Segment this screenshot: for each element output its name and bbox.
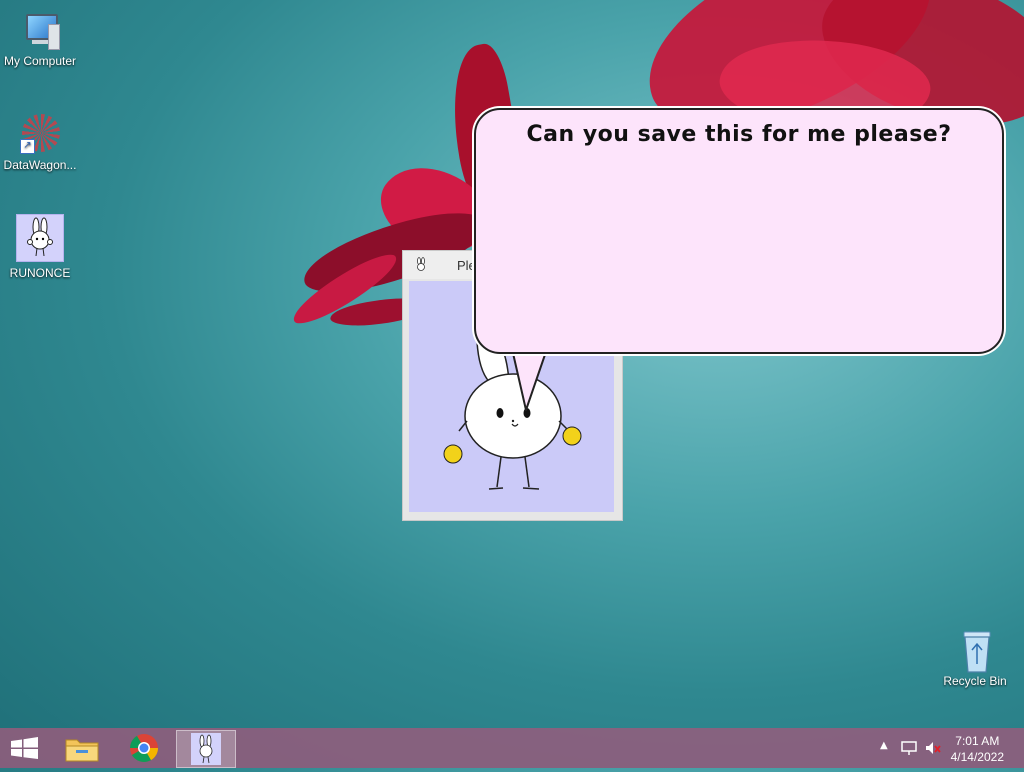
desktop-icon-label: RUNONCE [9,266,71,280]
desktop-icon-runonce[interactable]: RUNONCE [0,214,80,280]
bunny-icon [413,257,429,273]
datawagon-icon: ↗ [20,114,60,154]
desktop-icon-datawagon[interactable]: ↗ DataWagon... [0,114,80,172]
chevron-up-icon[interactable]: ▲ [880,740,888,751]
chrome-icon [130,734,158,762]
clock-date: 4/14/2022 [950,750,1004,764]
start-button[interactable] [0,728,58,768]
desktop-icon-label: My Computer [3,54,77,68]
speech-bubble: Can you save this for me please? [474,108,1004,354]
shortcut-arrow-icon: ↗ [20,139,35,154]
desktop-icon-recycle-bin[interactable]: Recycle Bin [940,630,1010,688]
bunny-icon [191,733,221,765]
speech-bubble-text: Can you save this for me please? [526,122,952,147]
windows-logo-icon [11,737,38,759]
taskbar-chrome-button[interactable] [115,728,173,768]
taskbar-file-explorer-button[interactable] [55,728,113,768]
bunny-icon [16,214,64,262]
desktop-icon-my-computer[interactable]: My Computer [0,10,80,68]
network-icon[interactable] [900,740,918,756]
computer-icon [20,10,60,50]
system-tray: ▲ 7:01 AM 4/14/2022 [864,728,1024,768]
desktop-icon-label: DataWagon... [3,158,77,172]
app-window-title: Ple [457,258,476,273]
volume-muted-icon[interactable] [924,740,942,756]
clock-time: 7:01 AM [955,734,1000,748]
taskbar-clock[interactable]: 7:01 AM 4/14/2022 [951,733,1004,765]
taskbar: ▲ 7:01 AM 4/14/2022 [0,728,1024,768]
folder-icon [65,739,99,762]
recycle-bin-icon [960,630,991,673]
desktop-icon-label: Recycle Bin [943,674,1007,688]
taskbar-runonce-button[interactable] [176,730,236,768]
